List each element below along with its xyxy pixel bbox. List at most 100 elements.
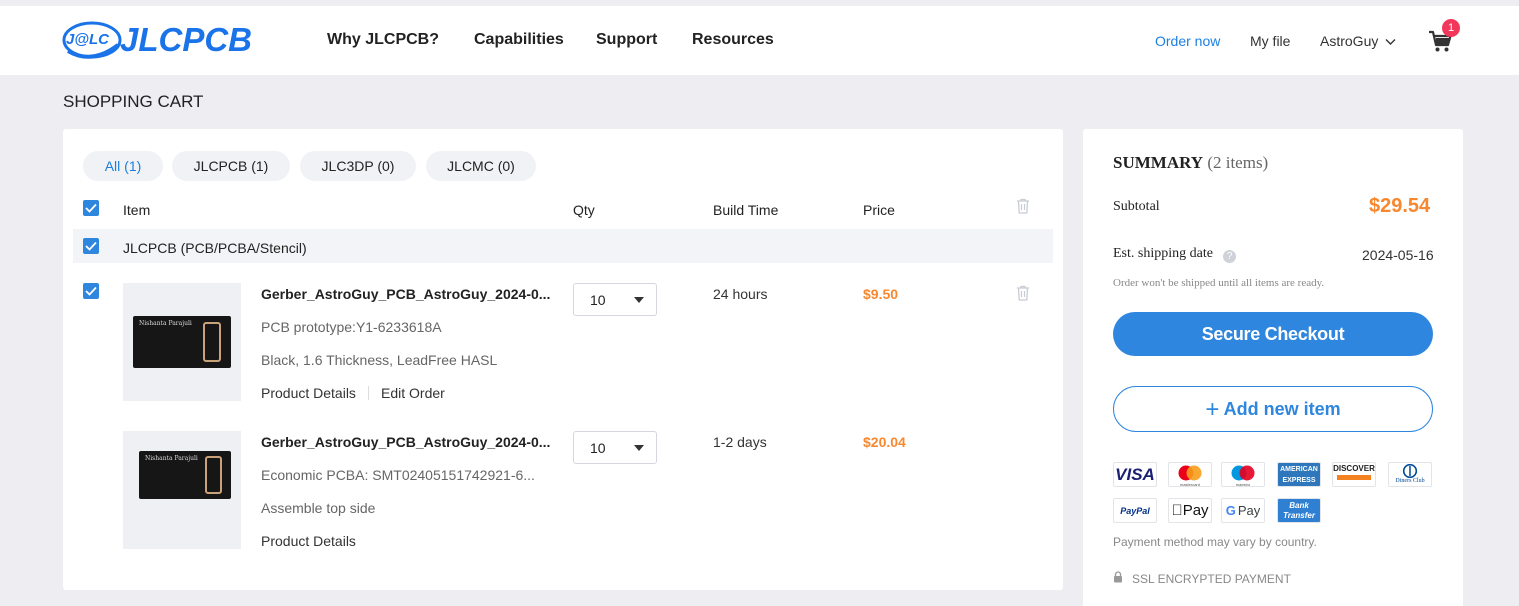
subtotal-value: $29.54: [1369, 195, 1431, 217]
nav-support[interactable]: Support: [596, 31, 657, 49]
page-title: SHOPPING CART: [63, 92, 204, 111]
diners-club-icon: Diners Club: [1388, 462, 1432, 487]
discover-label: DISCOVER: [1333, 464, 1375, 473]
user-name: AstroGuy: [1320, 33, 1379, 49]
delete-all-trash-icon[interactable]: [1016, 198, 1030, 214]
shipping-date-label: Est. shipping date: [1113, 246, 1213, 261]
diners-club-label: Diners Club: [1395, 478, 1425, 484]
bank-transfer-icon: Bank Transfer: [1277, 498, 1321, 523]
maestro-icon: maestro: [1221, 462, 1265, 487]
my-file-link[interactable]: My file: [1250, 33, 1290, 49]
logo-badge-text: J@LC: [66, 31, 109, 48]
item-price: $20.04: [863, 434, 906, 450]
column-build-time: Build Time: [713, 202, 779, 218]
select-all-checkbox[interactable]: [83, 200, 99, 216]
summary-title: SUMMARY (2 items): [1113, 153, 1268, 173]
summary-heading: SUMMARY: [1113, 153, 1204, 172]
google-pay-icon: G Pay: [1221, 498, 1265, 523]
tab-all[interactable]: All (1): [83, 151, 163, 181]
user-menu[interactable]: AstroGuy: [1320, 33, 1396, 49]
item-title[interactable]: Gerber_AstroGuy_PCB_AstroGuy_2024-0...: [261, 286, 550, 302]
apple-pay-label: Pay: [1177, 502, 1209, 519]
logo-text: JLCPCB: [120, 21, 253, 58]
item-spec-detail: Black, 1.6 Thickness, LeadFree HASL: [261, 352, 498, 368]
mastercard-label: mastercard: [1179, 482, 1200, 487]
checkmark-icon: [85, 241, 97, 251]
cart-count-badge: 1: [1442, 19, 1460, 37]
pcb-frame: [203, 322, 221, 362]
pcb-board-image: Nishanta Parajuli: [133, 316, 231, 368]
item-spec: Economic PCBA: SMT02405151742921-6...: [261, 467, 535, 483]
shipping-date-value: 2024-05-16: [1362, 247, 1434, 263]
delete-item-trash-icon[interactable]: [1016, 285, 1030, 301]
nav-capabilities[interactable]: Capabilities: [474, 31, 564, 49]
order-summary-panel: SUMMARY (2 items) Subtotal $29.54 Est. s…: [1083, 129, 1463, 606]
maestro-circles: [1231, 465, 1255, 481]
summary-item-count: (2 items): [1207, 153, 1269, 172]
maestro-label: maestro: [1235, 482, 1251, 487]
google-g-icon: G: [1225, 503, 1236, 518]
quantity-value: 10: [590, 292, 606, 308]
checkmark-icon: [85, 286, 97, 296]
group-checkbox[interactable]: [83, 238, 99, 254]
quantity-select[interactable]: 10: [573, 283, 657, 316]
checkmark-icon: [85, 203, 97, 213]
chevron-down-icon: [1385, 39, 1396, 46]
product-details-link[interactable]: Product Details: [261, 533, 356, 549]
pcb-board-name: Nishanta Parajuli: [145, 455, 198, 462]
google-pay-label: Pay: [1237, 503, 1261, 518]
pcb-board-name: Nishanta Parajuli: [139, 320, 192, 327]
add-new-item-button[interactable]: + Add new item: [1113, 386, 1433, 432]
edit-order-link[interactable]: Edit Order: [381, 385, 445, 401]
visa-label: VISA: [1115, 465, 1155, 484]
order-now-link[interactable]: Order now: [1155, 33, 1220, 49]
secure-checkout-button[interactable]: Secure Checkout: [1113, 312, 1433, 356]
item-checkbox[interactable]: [83, 283, 99, 299]
group-label: JLCPCB (PCB/PCBA/Stencil): [123, 240, 307, 256]
quantity-select[interactable]: 10: [573, 431, 657, 464]
mastercard-icon: mastercard: [1168, 462, 1212, 487]
cart-panel: All (1) JLCPCB (1) JLC3DP (0) JLCMC (0) …: [63, 129, 1063, 590]
nav-resources[interactable]: Resources: [692, 31, 774, 49]
pcb-board-image: Nishanta Parajuli: [139, 451, 231, 499]
help-icon[interactable]: ?: [1223, 250, 1236, 263]
tab-jlcpcb[interactable]: JLCPCB (1): [172, 151, 290, 181]
item-spec-detail: Assemble top side: [261, 500, 376, 516]
mastercard-circles: [1178, 465, 1202, 481]
apple-pay-icon: Pay: [1168, 498, 1212, 523]
visa-icon: VISA: [1113, 462, 1157, 487]
apple-icon: : [1171, 502, 1182, 519]
column-price: Price: [863, 202, 895, 218]
build-time: 24 hours: [713, 286, 768, 302]
payment-method-note: Payment method may vary by country.: [1113, 535, 1317, 549]
jlcpcb-logo[interactable]: J@LC JLCPCB: [62, 18, 252, 62]
build-time: 1-2 days: [713, 434, 767, 450]
column-qty: Qty: [573, 202, 595, 218]
add-new-item-label: Add new item: [1223, 399, 1341, 419]
link-divider: [368, 386, 369, 400]
plus-icon: +: [1205, 396, 1220, 423]
caret-down-icon: [634, 297, 644, 303]
american-express-icon: AMERICAN EXPRESS: [1277, 462, 1321, 487]
pcb-thumbnail[interactable]: Nishanta Parajuli: [123, 283, 241, 401]
item-price: $9.50: [863, 286, 899, 302]
diners-circle: [1402, 464, 1418, 478]
discover-icon: DISCOVER: [1332, 462, 1376, 487]
pcba-thumbnail[interactable]: Nishanta Parajuli: [123, 431, 241, 549]
site-header: J@LC JLCPCB Why JLCPCB? Capabilities Sup…: [0, 6, 1519, 75]
subtotal-label: Subtotal: [1113, 199, 1160, 214]
item-title[interactable]: Gerber_AstroGuy_PCB_AstroGuy_2024-0...: [261, 434, 550, 450]
tab-jlc3dp[interactable]: JLC3DP (0): [300, 151, 416, 181]
product-details-link[interactable]: Product Details: [261, 385, 356, 401]
nav-why-jlcpcb[interactable]: Why JLCPCB?: [327, 31, 439, 49]
tab-jlcmc[interactable]: JLCMC (0): [426, 151, 536, 181]
shipping-note: Order won't be shipped until all items a…: [1113, 277, 1325, 289]
item-spec: PCB prototype:Y1-6233618A: [261, 319, 442, 335]
logo-badge-icon: J@LC: [62, 21, 122, 59]
lock-icon: [1114, 571, 1122, 583]
paypal-icon: PayPal: [1113, 498, 1157, 523]
ssl-payment-label: SSL ENCRYPTED PAYMENT: [1132, 572, 1291, 586]
caret-down-icon: [634, 445, 644, 451]
pcb-frame: [205, 456, 222, 494]
column-item: Item: [123, 202, 151, 218]
